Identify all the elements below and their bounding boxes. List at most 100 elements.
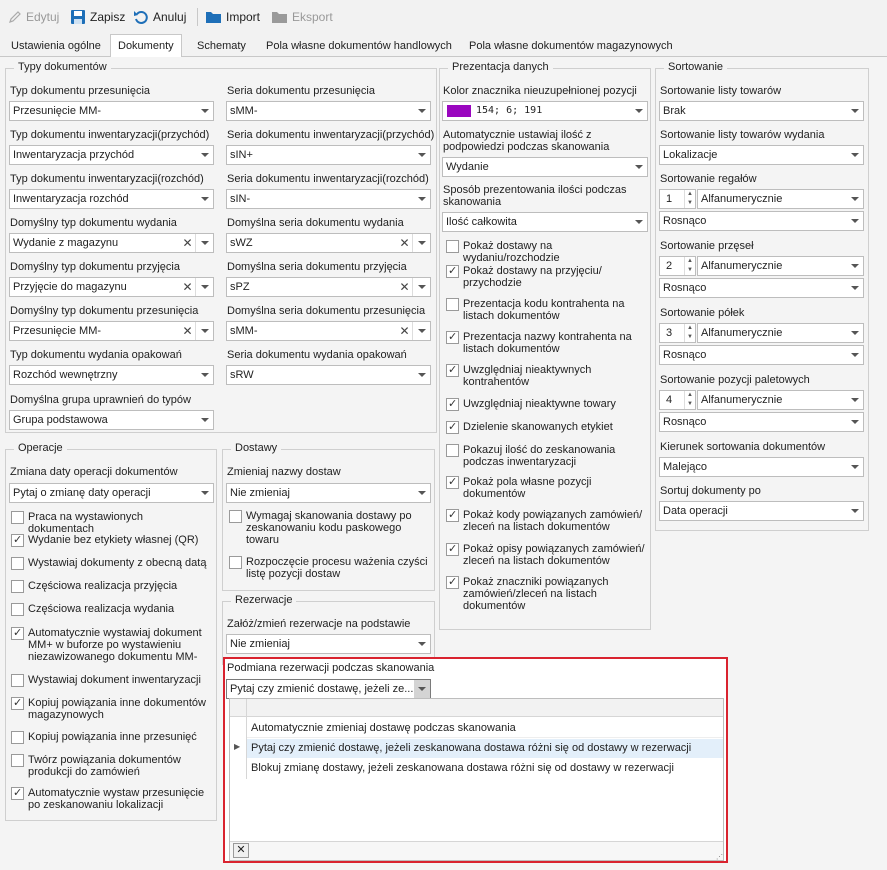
quantity-mode-select[interactable]: Ilość całkowita bbox=[442, 212, 648, 232]
checkbox[interactable] bbox=[446, 476, 459, 489]
issue-series-select[interactable]: sWZ ✕ bbox=[226, 233, 431, 253]
dropdown-option-selected[interactable]: Pytaj czy zmienić dostawę, jeżeli zeskan… bbox=[247, 739, 723, 758]
chevron-down-icon[interactable] bbox=[414, 102, 430, 120]
goods-sort-select[interactable]: Brak bbox=[659, 101, 864, 121]
checkbox[interactable] bbox=[11, 557, 24, 570]
checkbox-item[interactable]: Pokaż pola własne pozycji dokumentów bbox=[446, 476, 648, 500]
rack-direction-select[interactable]: Rosnąco bbox=[659, 211, 864, 231]
chevron-down-icon[interactable] bbox=[414, 635, 430, 653]
checkbox[interactable] bbox=[11, 534, 24, 547]
checkbox-item[interactable]: Wymagaj skanowania dostawy po zeskanowan… bbox=[229, 510, 429, 546]
checkbox-item[interactable]: Pokazuj ilość do zeskanowania podczas in… bbox=[446, 444, 648, 468]
chevron-down-icon[interactable] bbox=[414, 190, 430, 208]
checkbox-item[interactable]: Pokaż dostawy na przyjęciu/ przychodzie bbox=[446, 265, 648, 289]
checkbox[interactable] bbox=[446, 398, 459, 411]
chevron-down-icon[interactable] bbox=[414, 146, 430, 164]
save-button[interactable]: Zapisz bbox=[70, 8, 125, 26]
checkbox-item[interactable]: Częściowa realizacja przyjęcia bbox=[11, 580, 211, 593]
checkbox-item[interactable]: Kopiuj powiązania inne dokumentów magazy… bbox=[11, 697, 211, 721]
transfer-type-select[interactable]: Przesunięcie MM- bbox=[9, 101, 214, 121]
checkbox[interactable] bbox=[229, 510, 242, 523]
marker-color-picker[interactable]: 154; 6; 191 bbox=[442, 101, 648, 121]
import-button[interactable]: Import bbox=[205, 8, 260, 26]
checkbox-item[interactable]: Pokaż kody powiązanych zamówień/ zleceń … bbox=[446, 509, 648, 533]
chevron-down-icon[interactable] bbox=[197, 322, 213, 340]
chevron-down-icon[interactable] bbox=[847, 346, 863, 364]
chevron-down-icon[interactable] bbox=[847, 458, 863, 476]
pallet-order-stepper[interactable]: 4 ▲ ▼ bbox=[659, 390, 696, 410]
checkbox-item[interactable]: Automatycznie wystawiaj dokument MM+ w b… bbox=[11, 627, 211, 663]
goods-issue-sort-select[interactable]: Lokalizacje bbox=[659, 145, 864, 165]
checkbox[interactable] bbox=[446, 298, 459, 311]
checkbox[interactable] bbox=[11, 674, 24, 687]
reservation-swap-select[interactable]: Pytaj czy zmienić dostawę, jeżeli ze... bbox=[226, 679, 431, 699]
checkbox[interactable] bbox=[11, 697, 24, 710]
delivery-rename-select[interactable]: Nie zmieniaj bbox=[226, 483, 431, 503]
checkbox[interactable] bbox=[446, 543, 459, 556]
chevron-down-icon[interactable] bbox=[847, 502, 863, 520]
clear-icon[interactable]: ✕ bbox=[180, 322, 196, 340]
rack-order-stepper[interactable]: 1 ▲ ▼ bbox=[659, 189, 696, 209]
checkbox[interactable] bbox=[11, 787, 24, 800]
reservation-create-select[interactable]: Nie zmieniaj bbox=[226, 634, 431, 654]
chevron-down-icon[interactable] bbox=[847, 212, 863, 230]
dropdown-option[interactable]: Blokuj zmianę dostawy, jeżeli zeskanowan… bbox=[247, 759, 723, 778]
pallet-mode-select[interactable]: Alfanumerycznie bbox=[697, 390, 864, 410]
checkbox[interactable] bbox=[446, 444, 459, 457]
checkbox-item[interactable]: Pokaż znaczniki powiązanych zamówień/zle… bbox=[446, 576, 648, 612]
chevron-down-icon[interactable] bbox=[414, 278, 430, 296]
resize-grip-icon[interactable]: ⋰ bbox=[716, 853, 723, 861]
default-transfer-series-select[interactable]: sMM- ✕ bbox=[226, 321, 431, 341]
checkbox-item[interactable]: Pokaż dostawy na wydaniu/rozchodzie bbox=[446, 240, 648, 264]
permission-group-select[interactable]: Grupa podstawowa bbox=[9, 410, 214, 430]
clear-icon[interactable]: ✕ bbox=[180, 234, 196, 252]
checkbox[interactable] bbox=[446, 364, 459, 377]
shelf-order-stepper[interactable]: 3 ▲ ▼ bbox=[659, 323, 696, 343]
tab-custom-fields-trade[interactable]: Pola własne dokumentów handlowych bbox=[259, 36, 459, 57]
checkbox[interactable] bbox=[446, 509, 459, 522]
auto-quantity-select[interactable]: Wydanie bbox=[442, 157, 648, 177]
checkbox-item[interactable]: Kopiuj powiązania inne przesunięć bbox=[11, 731, 211, 744]
checkbox[interactable] bbox=[446, 240, 459, 253]
checkbox[interactable] bbox=[11, 603, 24, 616]
stepper-arrows-icon[interactable]: ▲ ▼ bbox=[684, 324, 695, 342]
chevron-down-icon[interactable] bbox=[847, 391, 863, 409]
tab-custom-fields-warehouse[interactable]: Pola własne dokumentów magazynowych bbox=[462, 36, 680, 57]
checkbox-item[interactable]: Częściowa realizacja wydania bbox=[11, 603, 211, 616]
checkbox[interactable] bbox=[11, 627, 24, 640]
chevron-down-icon[interactable] bbox=[414, 484, 430, 502]
clear-icon[interactable]: ✕ bbox=[397, 234, 413, 252]
tab-general-settings[interactable]: Ustawienia ogólne bbox=[4, 36, 108, 57]
chevron-down-icon[interactable] bbox=[847, 324, 863, 342]
chevron-down-icon[interactable] bbox=[197, 278, 213, 296]
transfer-series-select[interactable]: sMM- bbox=[226, 101, 431, 121]
bay-order-stepper[interactable]: 2 ▲ ▼ bbox=[659, 256, 696, 276]
default-transfer-type-select[interactable]: Przesunięcie MM- ✕ bbox=[9, 321, 214, 341]
chevron-down-icon[interactable] bbox=[414, 680, 430, 698]
checkbox-item[interactable]: Automatycznie wystaw przesunięcie po zes… bbox=[11, 787, 211, 811]
close-icon[interactable]: ✕ bbox=[233, 843, 249, 858]
chevron-down-icon[interactable] bbox=[847, 190, 863, 208]
shelf-mode-select[interactable]: Alfanumerycznie bbox=[697, 323, 864, 343]
checkbox-item[interactable]: Pokaż opisy powiązanych zamówień/ zleceń… bbox=[446, 543, 648, 567]
document-direction-select[interactable]: Malejąco bbox=[659, 457, 864, 477]
stepper-arrows-icon[interactable]: ▲ ▼ bbox=[684, 257, 695, 275]
checkbox[interactable] bbox=[11, 580, 24, 593]
checkbox[interactable] bbox=[446, 331, 459, 344]
chevron-down-icon[interactable] bbox=[197, 234, 213, 252]
checkbox-item[interactable]: Uwzględniaj nieaktywne towary bbox=[446, 398, 648, 411]
chevron-down-icon[interactable] bbox=[197, 190, 213, 208]
checkbox-item[interactable]: Prezentacja kodu kontrahenta na listach … bbox=[446, 298, 648, 322]
tab-schemas[interactable]: Schematy bbox=[190, 36, 253, 57]
chevron-down-icon[interactable] bbox=[847, 102, 863, 120]
checkbox[interactable] bbox=[11, 731, 24, 744]
checkbox[interactable] bbox=[229, 556, 242, 569]
chevron-down-icon[interactable] bbox=[197, 411, 213, 429]
checkbox-item[interactable]: Uwzględniaj nieaktywnych kontrahentów bbox=[446, 364, 648, 388]
checkbox-item[interactable]: Prezentacja nazwy kontrahenta na listach… bbox=[446, 331, 648, 355]
shelf-direction-select[interactable]: Rosnąco bbox=[659, 345, 864, 365]
chevron-down-icon[interactable] bbox=[197, 102, 213, 120]
chevron-down-icon[interactable] bbox=[847, 257, 863, 275]
clear-icon[interactable]: ✕ bbox=[180, 278, 196, 296]
inventory-income-type-select[interactable]: Inwentaryzacja przychód bbox=[9, 145, 214, 165]
